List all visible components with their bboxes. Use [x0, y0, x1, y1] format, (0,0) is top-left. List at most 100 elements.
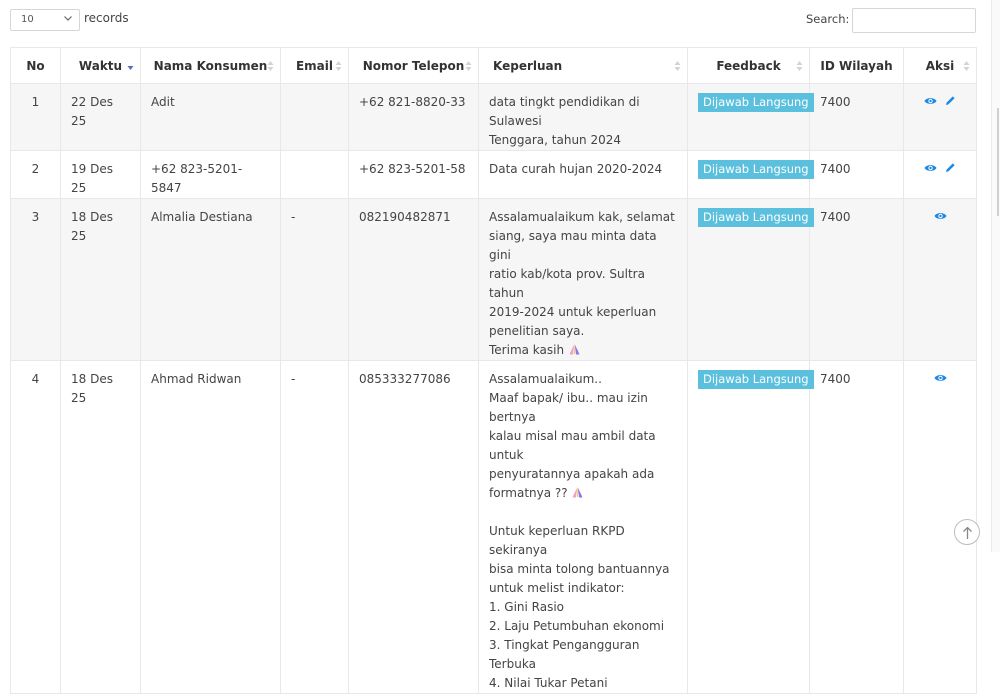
- column-header-nama[interactable]: Nama Konsumen: [140, 47, 281, 84]
- table-row: 2 19 Des 25 +62 823-5201-5847 +62 823-52…: [10, 150, 977, 199]
- view-icon[interactable]: [934, 373, 947, 383]
- page-scrollbar[interactable]: [991, 0, 1000, 552]
- cell-feedback: Dijawab Langsung: [687, 198, 814, 361]
- column-header-feedback[interactable]: Feedback: [687, 47, 810, 84]
- column-header-telepon[interactable]: Nomor Telepon: [348, 47, 479, 84]
- keperluan-line: ratio kab/kota prov. Sultra tahun: [489, 267, 645, 300]
- cell-wilayah: 7400: [809, 150, 904, 199]
- cell-wilayah: 7400: [809, 360, 904, 694]
- column-header-label: Keperluan: [493, 58, 563, 73]
- cell-keperluan: Assalamualaikum.. Maaf bapak/ ibu.. mau …: [478, 360, 688, 694]
- sort-icon: [796, 61, 803, 71]
- cell-aksi: [903, 150, 977, 199]
- table-controls: 10 records Search:: [0, 0, 1000, 44]
- sort-desc-icon: [127, 66, 134, 70]
- table-row: 4 18 Des 25 Ahmad Ridwan - 085333277086 …: [10, 360, 977, 694]
- feedback-badge: Dijawab Langsung: [698, 160, 814, 179]
- cell-feedback: Dijawab Langsung: [687, 83, 814, 151]
- cell-telepon: 085333277086: [348, 360, 479, 694]
- view-icon[interactable]: [924, 96, 937, 106]
- keperluan-line: bisa minta tolong bantuannya: [489, 562, 670, 576]
- cell-nama: Adit: [140, 83, 281, 151]
- keperluan-line: penelitian saya.: [489, 324, 585, 338]
- cell-nama: +62 823-5201-5847: [140, 150, 281, 199]
- search-label: Search:: [806, 12, 850, 26]
- keperluan-line: Assalamualaikum..: [489, 372, 602, 386]
- sort-icon: [674, 61, 681, 71]
- keperluan-line: penyuratannya apakah ada: [489, 467, 655, 481]
- sort-icon: [465, 61, 472, 71]
- keperluan-line: 2019-2024 untuk keperluan: [489, 305, 657, 319]
- cell-no: 3: [10, 198, 61, 361]
- keperluan-text: formatnya ??: [489, 486, 568, 500]
- cell-email: -: [280, 360, 349, 694]
- column-header-label: Aksi: [925, 58, 955, 73]
- praying-hands-icon: [569, 344, 580, 355]
- keperluan-line-with-emoji: formatnya ??: [489, 484, 677, 503]
- keperluan-line: untuk melist indikator:: [489, 581, 625, 595]
- cell-keperluan: Assalamualaikum kak, selamat siang, saya…: [478, 198, 688, 361]
- keperluan-line: Maaf bapak/ ibu.. mau izin bertnya: [489, 391, 648, 424]
- cell-waktu: 19 Des 25: [60, 150, 141, 199]
- sort-icon: [267, 61, 274, 71]
- column-header-label: Email: [295, 58, 334, 73]
- cell-waktu: 22 Des 25: [60, 83, 141, 151]
- keperluan-text: Terima kasih: [489, 343, 565, 357]
- sort-icon: [335, 61, 342, 71]
- records-per-page-value: 10: [21, 14, 34, 25]
- column-header-no[interactable]: No: [10, 47, 61, 84]
- table-row: 1 22 Des 25 Adit +62 821-8820-33 data ti…: [10, 83, 977, 151]
- keperluan-blank-line: [489, 503, 677, 522]
- column-header-label: Feedback: [716, 58, 781, 73]
- keperluan-line: kalau misal mau ambil data untuk: [489, 429, 656, 462]
- records-per-page-select[interactable]: 10: [10, 9, 80, 31]
- column-header-waktu[interactable]: Waktu: [60, 47, 141, 84]
- cell-email: -: [280, 198, 349, 361]
- keperluan-line: Tenggara, tahun 2024: [489, 133, 622, 147]
- keperluan-line: Assalamualaikum kak, selamat: [489, 210, 675, 224]
- records-label: records: [84, 11, 129, 25]
- column-header-wilayah[interactable]: ID Wilayah: [809, 47, 904, 84]
- scroll-to-top-button[interactable]: [954, 519, 980, 545]
- cell-telepon: +62 823-5201-58: [348, 150, 479, 199]
- column-header-aksi[interactable]: Aksi: [903, 47, 977, 84]
- cell-no: 1: [10, 83, 61, 151]
- keperluan-line: 1. Gini Rasio: [489, 600, 565, 614]
- cell-no: 4: [10, 360, 61, 694]
- praying-hands-icon: [572, 487, 583, 498]
- table-header-row: No Waktu Nama Konsumen Email Nomor Telep…: [10, 47, 977, 84]
- keperluan-line: 3. Tingkat Pengangguran Terbuka: [489, 638, 640, 671]
- feedback-badge: Dijawab Langsung: [698, 370, 814, 389]
- data-table: No Waktu Nama Konsumen Email Nomor Telep…: [10, 47, 977, 694]
- column-header-keperluan[interactable]: Keperluan: [478, 47, 688, 84]
- edit-icon[interactable]: [945, 95, 956, 106]
- column-header-label: Waktu: [78, 58, 123, 73]
- keperluan-line-with-emoji: Terima kasih: [489, 341, 677, 360]
- feedback-badge: Dijawab Langsung: [698, 93, 814, 112]
- cell-nama: Almalia Destiana: [140, 198, 281, 361]
- view-icon[interactable]: [934, 211, 947, 221]
- keperluan-line: 2. Laju Petumbuhan ekonomi: [489, 619, 665, 633]
- cell-wilayah: 7400: [809, 198, 904, 361]
- cell-aksi: [903, 83, 977, 151]
- column-header-email[interactable]: Email: [280, 47, 349, 84]
- scrollbar-thumb[interactable]: [997, 108, 999, 216]
- view-icon[interactable]: [924, 163, 937, 173]
- sort-icon: [963, 61, 970, 71]
- column-header-label: ID Wilayah: [820, 58, 893, 73]
- cell-email: [280, 150, 349, 199]
- keperluan-line: Untuk keperluan RKPD sekiranya: [489, 524, 625, 557]
- edit-icon[interactable]: [945, 162, 956, 173]
- cell-wilayah: 7400: [809, 83, 904, 151]
- cell-keperluan: Data curah hujan 2020-2024: [478, 150, 688, 199]
- keperluan-line: data tingkt pendidikan di Sulawesi: [489, 95, 640, 128]
- chevron-down-icon: [64, 16, 72, 21]
- search-input[interactable]: [852, 8, 976, 33]
- cell-feedback: Dijawab Langsung: [687, 360, 814, 694]
- keperluan-line: siang, saya mau minta data gini: [489, 229, 657, 262]
- cell-aksi: [903, 198, 977, 361]
- column-header-label: No: [26, 58, 45, 73]
- cell-telepon: 082190482871: [348, 198, 479, 361]
- cell-feedback: Dijawab Langsung: [687, 150, 814, 199]
- cell-telepon: +62 821-8820-33: [348, 83, 479, 151]
